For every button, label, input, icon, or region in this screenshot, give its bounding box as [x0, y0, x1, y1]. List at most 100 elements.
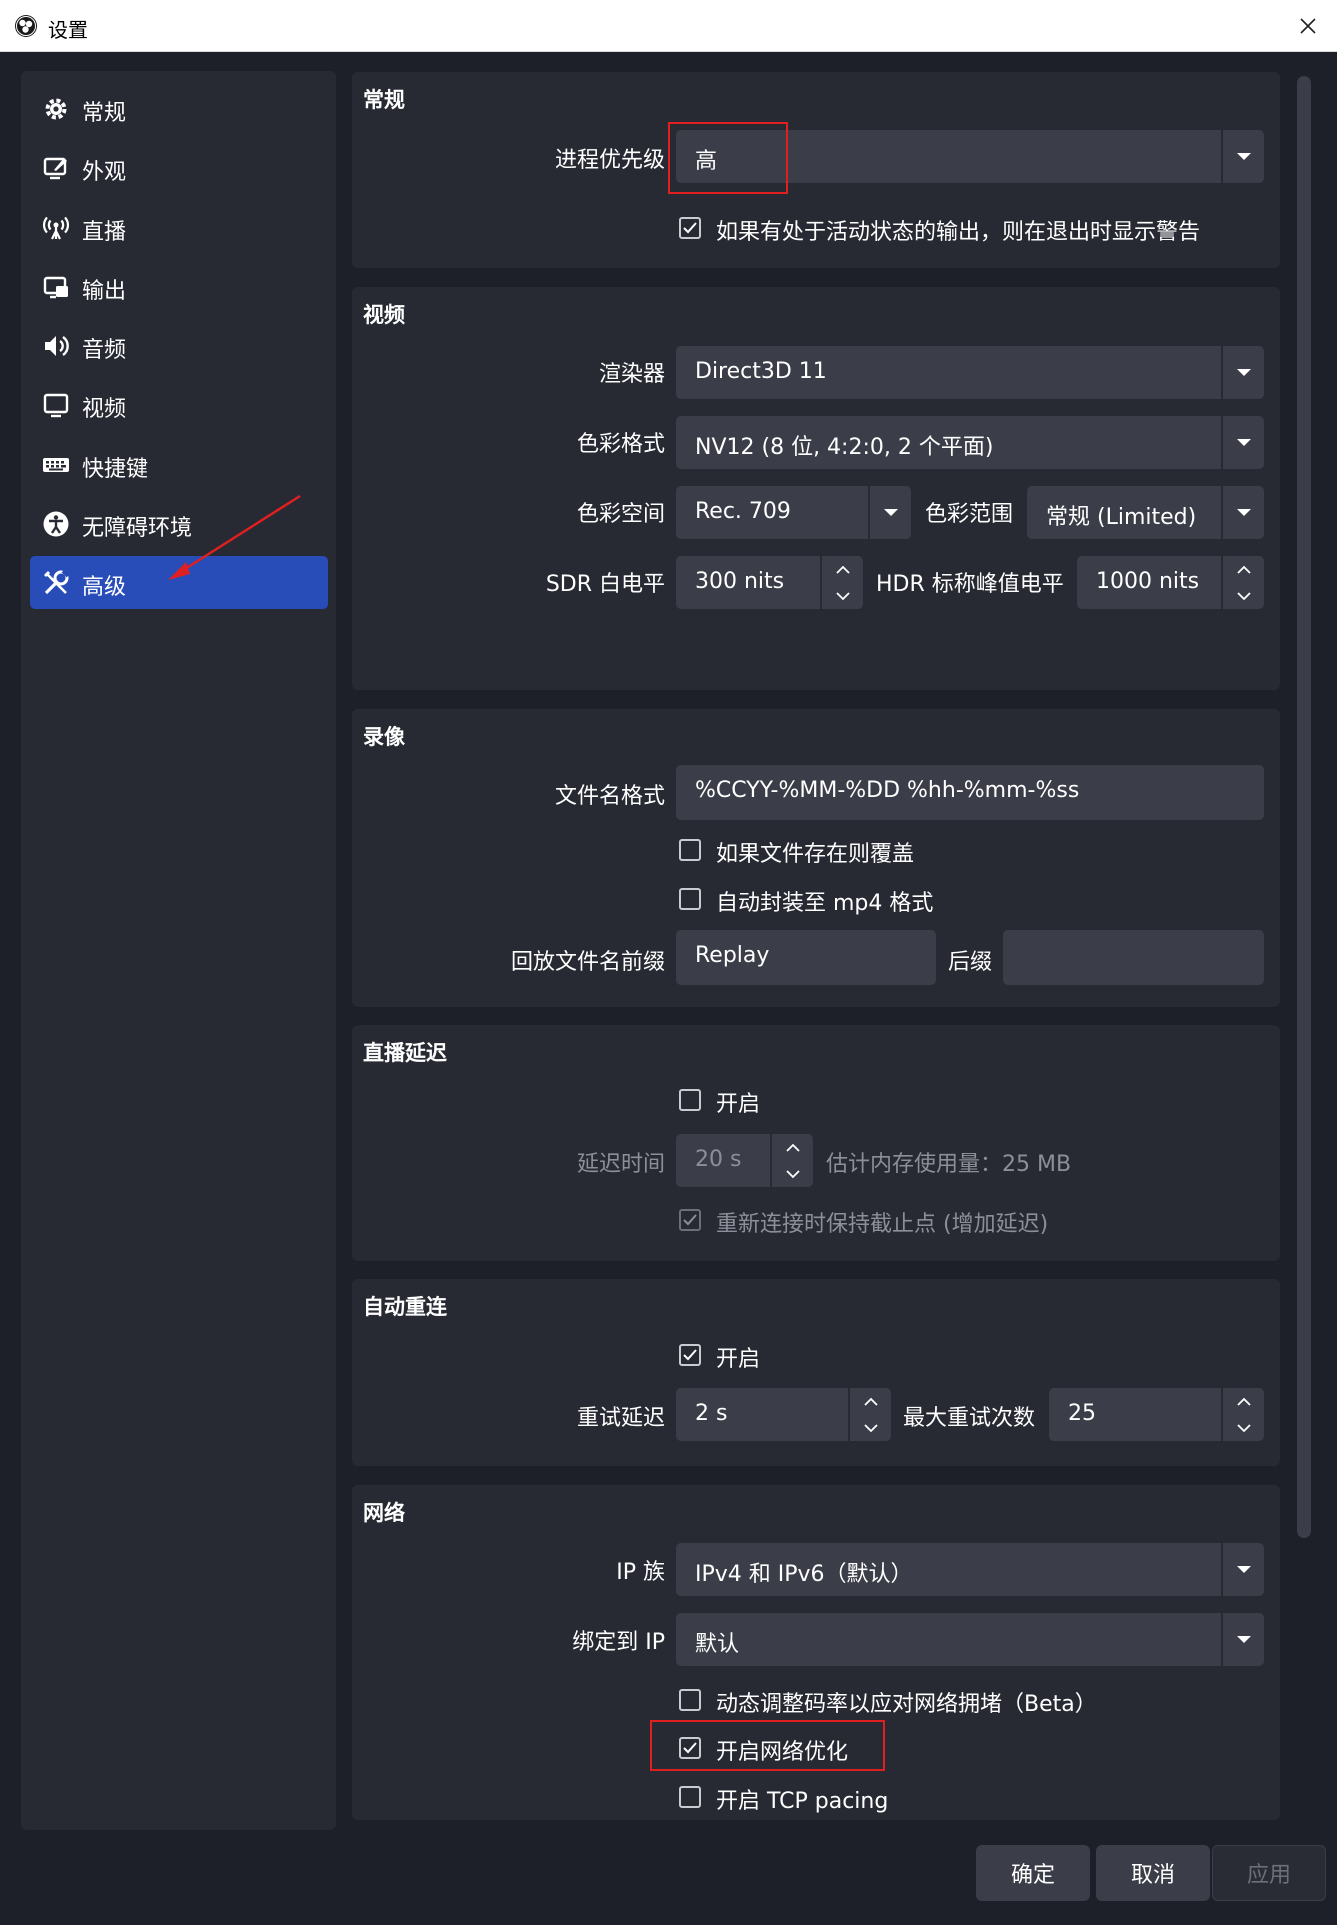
- close-icon[interactable]: [1290, 8, 1326, 44]
- overwrite-checkbox[interactable]: [679, 839, 701, 861]
- sdr-value: 300 nits: [695, 569, 785, 594]
- reconnect-enable-checkbox[interactable]: [679, 1344, 701, 1366]
- stream-delay-enable-checkbox[interactable]: [679, 1089, 701, 1111]
- tcp-pacing-label: 开启 TCP pacing: [716, 1789, 889, 1814]
- sidebar-item-video[interactable]: 视频: [30, 378, 328, 431]
- tools-icon: [42, 569, 70, 597]
- chevron-up-icon[interactable]: [1223, 1388, 1264, 1414]
- filename-format-label: 文件名格式: [554, 784, 665, 809]
- group-title: 直播延迟: [363, 1041, 447, 1065]
- chevron-down-icon[interactable]: [822, 583, 863, 609]
- chevron-up-icon[interactable]: [1223, 556, 1264, 582]
- chevron-up-icon[interactable]: [850, 1388, 891, 1414]
- dynamic-bitrate-checkbox[interactable]: [679, 1689, 701, 1711]
- replay-prefix-input[interactable]: Replay: [676, 930, 936, 985]
- group-title: 自动重连: [363, 1295, 447, 1319]
- sidebar-item-hotkeys[interactable]: 快捷键: [30, 438, 328, 491]
- sidebar-item-output[interactable]: 输出: [30, 260, 328, 313]
- appearance-icon: [42, 154, 70, 182]
- title-bar: 设置: [0, 0, 1337, 52]
- renderer-value: Direct3D 11: [695, 359, 827, 384]
- color-space-select[interactable]: Rec. 709: [676, 486, 911, 539]
- auto-remux-checkbox[interactable]: [679, 888, 701, 910]
- sidebar-item-label: 视频: [82, 397, 127, 422]
- cancel-button[interactable]: 取消: [1096, 1845, 1210, 1901]
- spin-buttons[interactable]: [1221, 1388, 1264, 1441]
- gear-icon: [42, 95, 70, 123]
- check-icon: [683, 1214, 697, 1226]
- chevron-down-icon[interactable]: [850, 1415, 891, 1441]
- retry-delay-spinbox[interactable]: 2 s: [676, 1388, 891, 1441]
- color-space-value: Rec. 709: [695, 499, 791, 524]
- sdr-white-level-label: SDR 白电平: [545, 572, 665, 597]
- hdr-value: 1000 nits: [1096, 569, 1200, 594]
- warn-on-exit-checkbox[interactable]: [679, 217, 701, 239]
- hdr-peak-level-label: HDR 标称峰值电平: [876, 572, 1064, 597]
- chevron-down-icon[interactable]: [1221, 486, 1264, 539]
- spin-buttons[interactable]: [770, 1134, 813, 1187]
- sidebar-item-stream[interactable]: 直播: [30, 201, 328, 254]
- spin-buttons[interactable]: [848, 1388, 891, 1441]
- color-space-label: 色彩空间: [576, 502, 665, 527]
- color-format-select[interactable]: NV12 (8 位, 4:2:0, 2 个平面): [676, 416, 1264, 469]
- sidebar-item-audio[interactable]: 音频: [30, 319, 328, 372]
- sidebar-item-label: 输出: [82, 279, 127, 304]
- chevron-down-icon[interactable]: [1223, 583, 1264, 609]
- retry-delay-label: 重试延迟: [576, 1406, 665, 1431]
- max-retries-spinbox[interactable]: 25: [1049, 1388, 1264, 1441]
- apply-button[interactable]: 应用: [1212, 1845, 1326, 1901]
- hdr-peak-level-spinbox[interactable]: 1000 nits: [1077, 556, 1264, 609]
- preserve-cutoff-label: 重新连接时保持截止点 (增加延迟): [716, 1212, 1049, 1237]
- bind-ip-select[interactable]: 默认: [676, 1613, 1264, 1666]
- delay-duration-label: 延迟时间: [576, 1152, 665, 1177]
- accessibility-icon: [42, 510, 70, 538]
- chevron-down-icon[interactable]: [772, 1161, 813, 1187]
- sidebar-item-general[interactable]: 常规: [30, 82, 328, 135]
- scrollbar-thumb[interactable]: [1297, 76, 1311, 1538]
- chevron-down-icon[interactable]: [1221, 346, 1264, 399]
- retry-delay-value: 2 s: [695, 1401, 728, 1426]
- annotation-box-network-optimizations: [650, 1720, 885, 1771]
- spin-buttons[interactable]: [1221, 556, 1264, 609]
- audio-icon: [42, 332, 70, 360]
- content-scrollbar[interactable]: [1295, 72, 1315, 1542]
- obs-logo-icon: [14, 14, 38, 42]
- replay-suffix-label: 后缀: [948, 950, 993, 975]
- dynamic-bitrate-label: 动态调整码率以应对网络拥堵（Beta）: [716, 1692, 1097, 1717]
- preserve-cutoff-checkbox[interactable]: [679, 1209, 701, 1231]
- ok-button[interactable]: 确定: [976, 1845, 1090, 1901]
- chevron-down-icon[interactable]: [868, 486, 911, 539]
- group-title: 网络: [363, 1501, 405, 1525]
- spin-buttons[interactable]: [820, 556, 863, 609]
- color-range-select[interactable]: 常规 (Limited): [1027, 486, 1264, 539]
- chevron-down-icon[interactable]: [1221, 1543, 1264, 1596]
- tcp-pacing-checkbox[interactable]: [679, 1786, 701, 1808]
- filename-format-value: %CCYY-%MM-%DD %hh-%mm-%ss: [695, 778, 1080, 803]
- stream-delay-enable-label: 开启: [716, 1092, 761, 1117]
- check-icon: [683, 222, 697, 234]
- sidebar-item-label: 快捷键: [82, 457, 149, 482]
- delay-duration-spinbox[interactable]: 20 s: [676, 1134, 813, 1187]
- chevron-up-icon[interactable]: [822, 556, 863, 582]
- color-range-value: 常规 (Limited): [1046, 505, 1197, 530]
- chevron-down-icon[interactable]: [1221, 416, 1264, 469]
- ip-family-value: IPv4 和 IPv6（默认）: [695, 1562, 913, 1587]
- filename-format-input[interactable]: %CCYY-%MM-%DD %hh-%mm-%ss: [676, 765, 1264, 820]
- settings-sidebar: 常规 外观 直播 输出 音频 视频 快捷键 无障碍环境 高级: [21, 71, 336, 1830]
- replay-prefix-label: 回放文件名前缀: [510, 950, 665, 975]
- group-title: 视频: [363, 303, 405, 327]
- renderer-select[interactable]: Direct3D 11: [676, 346, 1264, 399]
- color-range-label: 色彩范围: [925, 502, 1014, 527]
- chevron-down-icon[interactable]: [1221, 130, 1264, 183]
- reconnect-enable-label: 开启: [716, 1347, 761, 1372]
- sdr-white-level-spinbox[interactable]: 300 nits: [676, 556, 863, 609]
- replay-prefix-value: Replay: [695, 943, 770, 968]
- replay-suffix-input[interactable]: [1003, 930, 1264, 985]
- sidebar-item-appearance[interactable]: 外观: [30, 141, 328, 194]
- ip-family-select[interactable]: IPv4 和 IPv6（默认）: [676, 1543, 1264, 1596]
- chevron-down-icon[interactable]: [1223, 1415, 1264, 1441]
- chevron-down-icon[interactable]: [1221, 1613, 1264, 1666]
- monitor-icon: [42, 391, 70, 419]
- chevron-up-icon[interactable]: [772, 1134, 813, 1160]
- color-format-label: 色彩格式: [576, 432, 665, 457]
